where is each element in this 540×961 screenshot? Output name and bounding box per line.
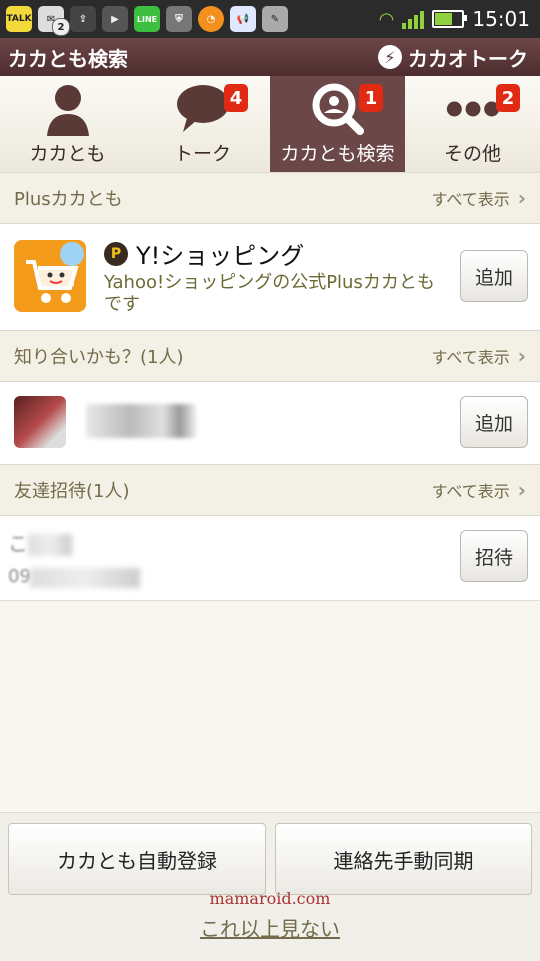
more-dots-icon [445, 81, 501, 137]
wifi-icon: ◠ [379, 9, 395, 30]
shopping-cart-thumbnail [14, 240, 86, 312]
blurred-contact-phone [30, 568, 140, 588]
chevron-right-icon: › [518, 478, 526, 502]
tab-more[interactable]: その他 2 [405, 76, 540, 172]
kakaotalk-notification-icon: TALK [6, 6, 32, 32]
tab-label: トーク [174, 139, 231, 166]
show-all-link[interactable]: すべて表示 › [432, 478, 540, 502]
section-header-plus: Plusカカとも すべて表示 › [0, 172, 540, 224]
plus-friend-name-text: Y!ショッピング [136, 236, 304, 271]
more-badge: 2 [496, 84, 520, 112]
show-all-label: すべて表示 [432, 478, 510, 502]
watermark: mamaroid.com [0, 889, 540, 908]
add-friend-button[interactable]: 追加 [460, 396, 528, 448]
orange-app-icon: ◔ [198, 6, 224, 32]
notepad-icon: ✎ [262, 6, 288, 32]
tab-kakatomo-search[interactable]: カカとも検索 1 [270, 76, 405, 172]
dont-show-again-link[interactable]: これ以上見ない [0, 913, 540, 942]
battery-icon [432, 10, 464, 28]
show-all-label: すべて表示 [432, 344, 510, 368]
avatar [14, 396, 66, 448]
show-all-link[interactable]: すべて表示 › [432, 186, 540, 210]
show-all-link[interactable]: すべて表示 › [432, 344, 540, 368]
title-bar: カカとも検索 ⚡ カカオトーク [0, 38, 540, 76]
shield-icon: ⛨ [166, 6, 192, 32]
megaphone-icon: 📢 [230, 6, 256, 32]
page-title: カカとも検索 [0, 43, 128, 72]
mail-notification-icon: ✉2 [38, 6, 64, 32]
chevron-right-icon: › [518, 344, 526, 368]
tab-label: その他 [444, 139, 501, 166]
manual-sync-button[interactable]: 連絡先手動同期 [275, 823, 532, 895]
bottom-action-area: カカとも自動登録 連絡先手動同期 mamaroid.com これ以上見ない [0, 812, 540, 961]
section-title: 友達招待(1人) [0, 477, 130, 503]
section-header-invite: 友達招待(1人) すべて表示 › [0, 464, 540, 516]
lightning-bolt-icon: ⚡ [378, 45, 402, 69]
blurred-friend-name [86, 404, 196, 438]
speech-bubble-icon [175, 81, 231, 137]
blurred-contact-name [28, 534, 72, 556]
section-title: 知り合いかも？(1人) [0, 343, 184, 369]
auto-register-button[interactable]: カカとも自動登録 [8, 823, 266, 895]
chevron-right-icon: › [518, 186, 526, 210]
plus-friend-description: Yahoo!ショッピングの公式Plusカカともです [104, 272, 449, 316]
section-title: Plusカカとも [0, 185, 123, 211]
tab-talk[interactable]: トーク 4 [135, 76, 270, 172]
plus-friend-name: P Y!ショッピング [104, 236, 304, 271]
search-badge: 1 [359, 84, 383, 112]
tab-label: カカとも検索 [280, 139, 394, 166]
brand-label: カカオトーク [408, 43, 528, 72]
plus-friend-row[interactable]: P Y!ショッピング Yahoo!ショッピングの公式Plusカカともです 追加 [0, 224, 540, 331]
show-all-label: すべて表示 [432, 186, 510, 210]
suggested-friend-row[interactable]: 追加 [0, 382, 540, 465]
line-app-icon: LINE [134, 6, 160, 32]
section-header-may-know: 知り合いかも？(1人) すべて表示 › [0, 330, 540, 382]
kakaotalk-brand[interactable]: ⚡ カカオトーク [378, 43, 540, 72]
tab-friends[interactable]: カカとも [0, 76, 135, 172]
signal-strength-icon [402, 9, 424, 29]
tab-label: カカとも [29, 139, 105, 166]
talk-badge: 4 [224, 84, 248, 112]
play-store-icon: ▶ [102, 6, 128, 32]
invite-button[interactable]: 招待 [460, 530, 528, 582]
upload-icon: ⇪ [70, 6, 96, 32]
status-bar: TALK ✉2 ⇪ ▶ LINE ⛨ ◔ 📢 ✎ ◠ 15:01 [0, 0, 540, 38]
plus-friend-icon: P [104, 242, 128, 266]
invite-contact-row[interactable]: こ 09 招待 [0, 516, 540, 601]
tab-bar: カカとも トーク 4 カカとも検索 1 その他 2 [0, 76, 540, 173]
search-icon [310, 81, 366, 137]
person-icon [40, 81, 96, 137]
mail-count-badge: 2 [52, 18, 70, 36]
add-plus-friend-button[interactable]: 追加 [460, 250, 528, 302]
clock: 15:01 [472, 7, 530, 31]
